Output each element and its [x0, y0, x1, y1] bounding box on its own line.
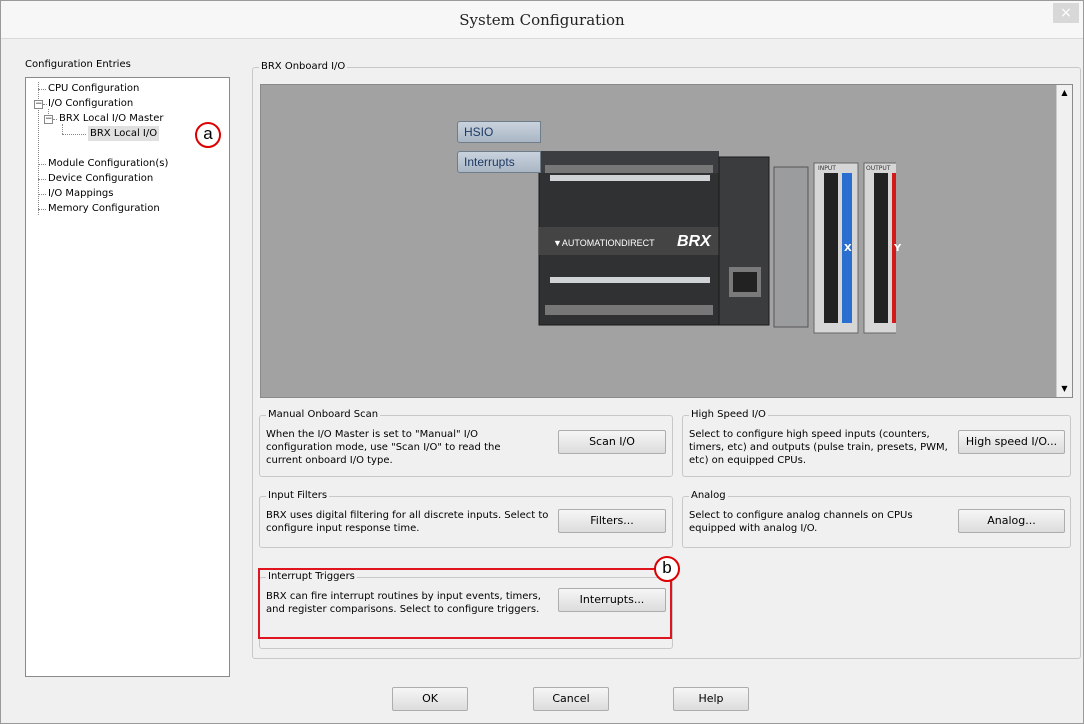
high-speed-io-title: High Speed I/O	[689, 408, 768, 422]
configuration-entries-heading: Configuration Entries	[25, 59, 131, 70]
manual-onboard-scan-group: Manual Onboard Scan When the I/O Master …	[259, 408, 673, 477]
manual-onboard-scan-text: When the I/O Master is set to "Manual" I…	[266, 429, 501, 466]
high-speed-io-button[interactable]: High speed I/O...	[958, 430, 1065, 454]
help-button[interactable]: Help	[673, 687, 749, 711]
brx-onboard-io-title: BRX Onboard I/O	[259, 60, 348, 74]
scan-io-button[interactable]: Scan I/O	[558, 430, 666, 454]
plc-image-viewer: HSIO Interrupts ▼AUTOMATIONDIRECT BRX IN…	[260, 84, 1073, 398]
filters-button[interactable]: Filters...	[558, 509, 666, 533]
tree-item-io-configuration[interactable]: I/O Configuration	[48, 96, 133, 111]
annotation-marker-b: b	[654, 556, 680, 582]
scroll-up-icon[interactable]: ▲	[1057, 85, 1072, 101]
interrupt-triggers-highlight	[258, 568, 672, 639]
tree-line	[38, 164, 46, 165]
automationdirect-logo: ▼AUTOMATIONDIRECT	[553, 238, 655, 248]
window-title: System Configuration	[459, 11, 625, 29]
input-module-letter: X	[844, 243, 852, 254]
ok-button[interactable]: OK	[392, 687, 468, 711]
high-speed-io-text: Select to configure high speed inputs (c…	[689, 429, 948, 466]
hsio-tab[interactable]: HSIO	[457, 121, 541, 143]
cancel-button[interactable]: Cancel	[533, 687, 609, 711]
tree-item-module-configuration[interactable]: Module Configuration(s)	[48, 156, 168, 171]
collapse-toggle-icon[interactable]: −	[44, 115, 53, 124]
configuration-tree[interactable]: − − CPU Configuration I/O Configuration …	[25, 77, 230, 677]
tree-item-memory-configuration[interactable]: Memory Configuration	[48, 201, 160, 216]
input-filters-group: Input Filters BRX uses digital filtering…	[259, 489, 673, 548]
tree-item-brx-local-io-master[interactable]: BRX Local I/O Master	[59, 111, 163, 126]
analog-title: Analog	[689, 489, 728, 503]
brx-logo: BRX	[677, 233, 711, 250]
input-filters-text: BRX uses digital filtering for all discr…	[266, 510, 549, 534]
analog-group: Analog Select to configure analog channe…	[682, 489, 1071, 548]
tree-line	[38, 179, 46, 180]
high-speed-io-group: High Speed I/O Select to configure high …	[682, 408, 1071, 477]
title-bar: System Configuration ×	[1, 1, 1083, 39]
tree-line	[43, 104, 47, 105]
tree-item-device-configuration[interactable]: Device Configuration	[48, 171, 153, 186]
viewer-scrollbar[interactable]: ▲ ▼	[1056, 85, 1072, 397]
analog-text: Select to configure analog channels on C…	[689, 510, 913, 534]
tree-line	[62, 134, 86, 135]
input-module-label: INPUT	[818, 165, 836, 172]
tree-item-brx-local-io[interactable]: BRX Local I/O	[88, 126, 160, 141]
tree-line	[53, 119, 57, 120]
interrupts-tab[interactable]: Interrupts	[457, 151, 541, 173]
close-icon[interactable]: ×	[1053, 3, 1079, 23]
output-module-letter: Y	[894, 243, 902, 254]
output-module-label: OUTPUT	[866, 165, 891, 172]
tree-line	[38, 89, 46, 90]
tree-item-io-mappings[interactable]: I/O Mappings	[48, 186, 114, 201]
system-configuration-window: System Configuration × Configuration Ent…	[0, 0, 1084, 724]
annotation-marker-a: a	[195, 122, 221, 148]
collapse-toggle-icon[interactable]: −	[34, 100, 43, 109]
input-filters-title: Input Filters	[266, 489, 330, 503]
scroll-down-icon[interactable]: ▼	[1057, 381, 1072, 397]
tree-item-cpu-configuration[interactable]: CPU Configuration	[48, 81, 139, 96]
manual-onboard-scan-title: Manual Onboard Scan	[266, 408, 381, 422]
analog-button[interactable]: Analog...	[958, 509, 1065, 533]
tree-line	[38, 194, 46, 195]
tree-line	[38, 209, 46, 210]
